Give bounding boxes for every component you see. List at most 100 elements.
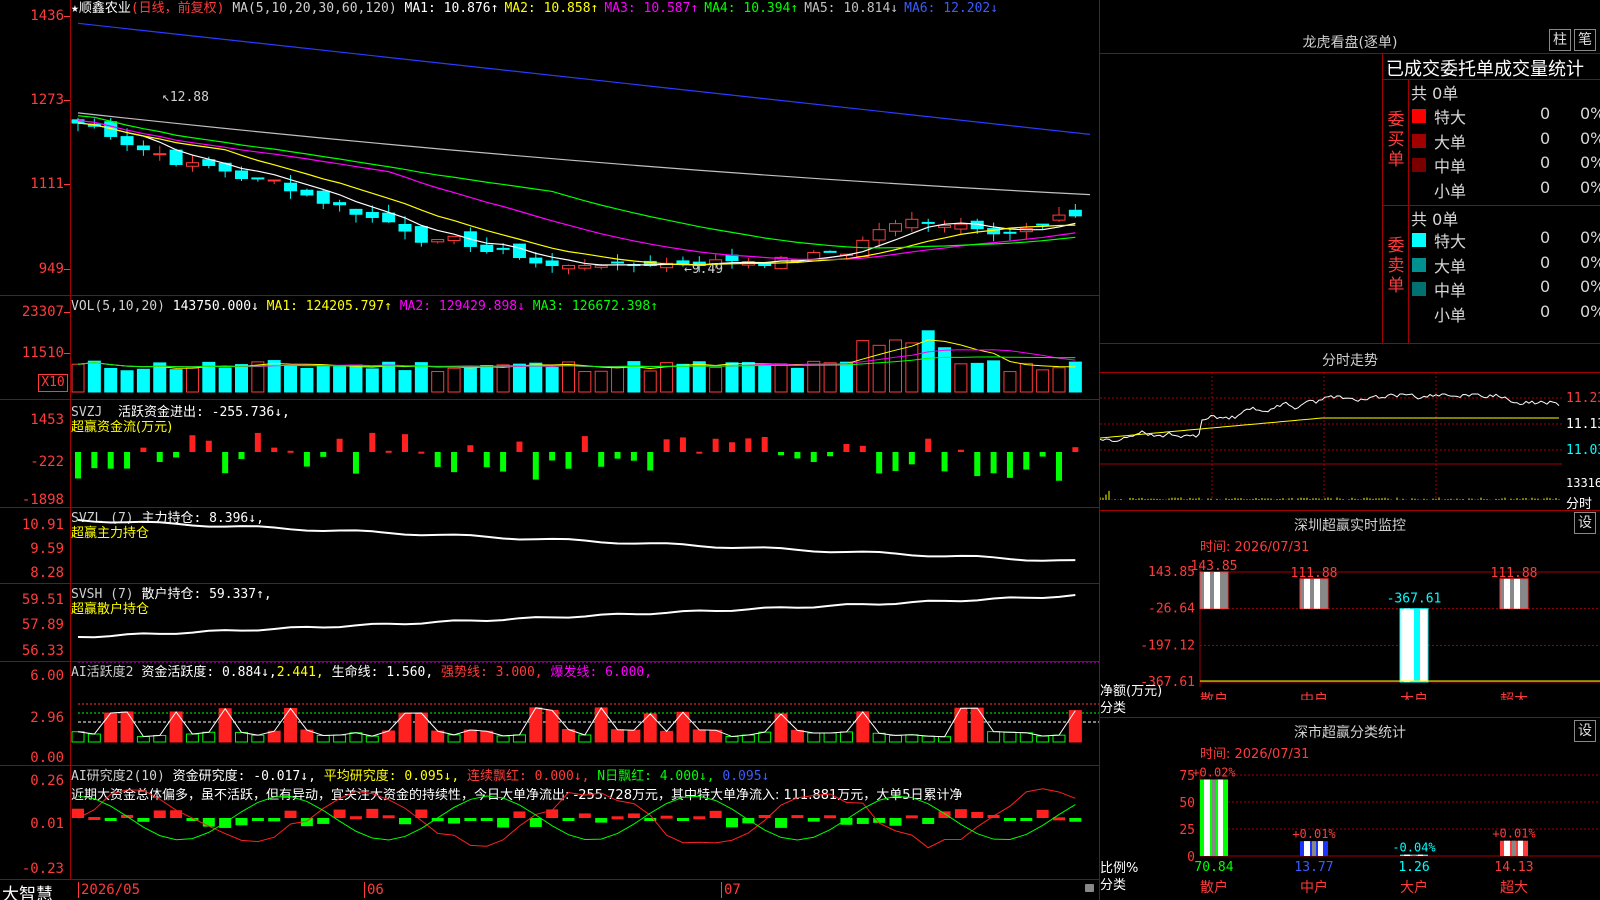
candle-body xyxy=(382,212,396,223)
order-count: 0 xyxy=(1540,104,1551,123)
activity-bar xyxy=(905,734,919,743)
activity-bar xyxy=(496,735,510,743)
price-pane[interactable]: ★顺鑫农业(日线，前复权) MA(5,10,20,30,60,120) MA1:… xyxy=(0,0,1099,296)
sz-value-label: 143.85 xyxy=(1191,559,1238,574)
brand-logo[interactable]: 大智慧 xyxy=(2,880,53,900)
volume-bar xyxy=(382,361,396,393)
bar-mode-button[interactable]: 柱 xyxy=(1549,29,1571,51)
order-count: 0 xyxy=(1540,301,1551,321)
activity-bar xyxy=(578,734,592,743)
volume-bar xyxy=(414,362,428,393)
candle-body xyxy=(251,177,265,180)
cls-value-label: 1.26 xyxy=(1398,860,1429,875)
ai-research-chart[interactable] xyxy=(0,766,1099,880)
sell-order-row: 大单 0 0% xyxy=(1412,253,1600,277)
cls-ratio-chart[interactable]: 7550250+0.02%70.84散户+0.01%13.77中户-0.04%1… xyxy=(1100,717,1600,900)
cls-value-label: 14.13 xyxy=(1494,860,1533,875)
intraday-label: 11.03 xyxy=(1566,443,1600,458)
fund-flow-bar xyxy=(761,436,768,452)
candle-body xyxy=(611,261,625,264)
volume-pane[interactable]: VOL(5,10,20) 143750.000↓ MA1: 124205.797… xyxy=(0,296,1099,400)
research-bar xyxy=(1020,818,1033,821)
cls-pct-label: +0.01% xyxy=(1292,827,1336,841)
ma120-line xyxy=(77,22,1091,136)
activity-bar xyxy=(872,732,886,743)
cls-bar xyxy=(1300,841,1328,856)
candlestick-chart[interactable] xyxy=(0,0,1099,296)
retail-line xyxy=(77,593,1076,639)
tick-mode-button[interactable]: 笔 xyxy=(1574,29,1596,51)
research-bar xyxy=(333,809,346,818)
fund-flow-bar xyxy=(549,452,556,461)
volume-bar xyxy=(529,362,543,393)
activity-bar xyxy=(104,712,118,743)
research-bar xyxy=(775,818,788,828)
fund-flow-bar xyxy=(581,436,588,452)
research-bar xyxy=(824,815,837,819)
candle-body xyxy=(431,239,445,243)
research-bar xyxy=(72,808,84,818)
candle-body xyxy=(316,190,330,204)
volume-chart[interactable] xyxy=(0,296,1099,400)
sz-value-label: 111.88 xyxy=(1291,566,1338,581)
cls-value-label: 70.84 xyxy=(1194,860,1233,875)
sz-net-chart[interactable]: 143.85-26.64-197.12-367.61143.85 111.88-3… xyxy=(1100,510,1600,700)
svzj-pane[interactable]: SVZJ 活跃资金进出: -255.736↓, 超赢资金流(万元) 1453 -… xyxy=(0,400,1099,508)
research-bar xyxy=(202,818,215,827)
candle-body xyxy=(185,162,199,167)
svzj-bar-chart[interactable] xyxy=(0,400,1099,508)
order-pct: 0% xyxy=(1580,128,1600,148)
research-bar xyxy=(807,818,820,822)
sz-category-label: 中户 xyxy=(1300,691,1328,700)
sell-order-row: 小单 0 0% xyxy=(1412,302,1600,326)
ai-active-chart[interactable] xyxy=(0,662,1099,766)
fund-flow-bar xyxy=(352,452,359,474)
svsh-pane[interactable]: SVSH (7) 散户持仓: 59.337↑, 超赢散户持仓 59.51 57.… xyxy=(0,584,1099,662)
intraday-chart[interactable] xyxy=(1100,372,1600,512)
cls-bar xyxy=(1200,779,1228,856)
fund-flow-bar xyxy=(745,438,752,452)
volume-bar xyxy=(725,362,739,393)
svsh-line-chart[interactable] xyxy=(0,584,1099,662)
sz-bar xyxy=(1399,608,1429,683)
volume-bar xyxy=(316,366,330,393)
candle-body xyxy=(284,182,298,192)
volume-bar xyxy=(87,360,101,393)
fund-flow-bar xyxy=(1056,452,1062,481)
candle-body xyxy=(905,218,919,229)
fund-flow-bar xyxy=(140,447,147,452)
svzl-line-chart[interactable] xyxy=(0,508,1099,584)
cls-category-label: 中户 xyxy=(1300,879,1328,896)
research-bar xyxy=(448,818,461,824)
ai-active-pane[interactable]: AI活跃度2 资金活跃度: 0.884↓,2.441, 生命线: 1.560, … xyxy=(0,662,1099,766)
volume-bar xyxy=(447,367,461,393)
research-bar xyxy=(399,818,411,825)
fund-flow-bar xyxy=(532,452,539,480)
legend-swatch xyxy=(1412,109,1426,123)
order-pct: 0% xyxy=(1580,252,1600,272)
fund-flow-bar xyxy=(238,452,245,459)
research-line xyxy=(77,795,1076,841)
ai-research-pane[interactable]: AI研究度2(10) 资金研究度: -0.017↓, 平均研究度: 0.095↓… xyxy=(0,766,1099,880)
candle-body xyxy=(594,265,608,268)
order-count: 0 xyxy=(1540,128,1551,148)
intraday-vol-label: 13316 xyxy=(1566,476,1600,490)
order-pct: 0% xyxy=(1580,301,1600,321)
buy-orders-label: 委买单 xyxy=(1387,110,1405,170)
cls-category-label: 超大 xyxy=(1500,880,1528,896)
ma60-line xyxy=(77,112,1091,196)
volume-bar xyxy=(839,361,853,393)
activity-bar xyxy=(1068,710,1082,743)
research-bar xyxy=(464,818,477,821)
research-bar xyxy=(251,818,264,821)
svzl-pane[interactable]: SVZL (7) 主力持仓: 8.396↓, 超赢主力持仓 10.91 9.59… xyxy=(0,508,1099,584)
order-pct: 0% xyxy=(1580,153,1600,172)
sz-cat-label: 分类 xyxy=(1100,701,1127,716)
volume-bar xyxy=(480,365,494,393)
research-bar xyxy=(856,818,869,824)
lock-icon[interactable] xyxy=(1085,884,1094,892)
activity-bar xyxy=(1036,735,1050,743)
candle-body xyxy=(480,244,494,252)
volume-bar xyxy=(889,339,902,393)
activity-bar xyxy=(970,707,984,743)
